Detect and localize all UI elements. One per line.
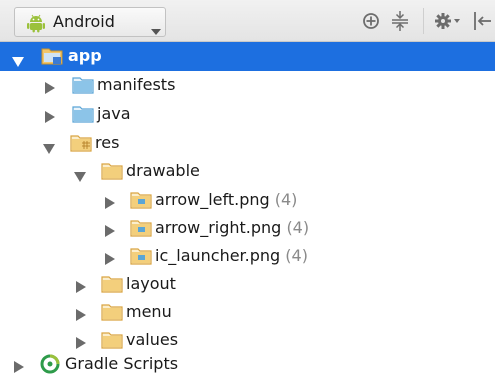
collapsed-arrow-icon[interactable] [105,250,115,269]
folder-icon [130,247,152,269]
collapsed-arrow-icon[interactable] [45,79,55,98]
tree-item-ic-launcher[interactable]: ic_launcher.png (4) [0,242,495,271]
tree-item-label: res [95,133,120,152]
tree-item-label: values [126,330,179,349]
collapsed-arrow-icon[interactable] [76,306,86,325]
folder-icon [72,76,94,98]
folder-icon [72,105,94,127]
tree-item-label: app [68,46,102,65]
tree-item-layout[interactable]: layout [0,270,495,299]
tree-item-label: drawable [126,161,200,180]
collapse-all-icon[interactable] [391,11,409,35]
gear-icon[interactable] [435,12,461,34]
tree-item-label: arrow_left.png (4) [155,190,297,210]
hide-icon[interactable] [473,11,491,35]
folder-icon [130,191,152,213]
tree-item-label: arrow_right.png (4) [155,218,309,238]
tree-item-label: layout [126,274,176,293]
view-mode-dropdown[interactable]: Android [14,7,166,37]
tree-item-res[interactable]: res [0,129,495,158]
module-folder-icon [41,47,63,69]
tree-item-manifests[interactable]: manifests [0,71,495,100]
file-name: arrow_right.png [155,218,282,237]
tree-item-drawable[interactable]: drawable [0,157,495,186]
tree-item-label: Gradle Scripts [65,354,179,373]
tree-item-label: manifests [97,75,176,94]
file-count: (4) [286,218,310,237]
file-count: (4) [285,246,308,265]
tree-item-java[interactable]: java [0,100,495,129]
toolbar-separator [423,8,424,34]
tree-item-label: ic_launcher.png (4) [155,246,308,266]
file-name: ic_launcher.png [155,246,281,265]
folder-icon [101,303,123,325]
collapsed-arrow-icon[interactable] [76,278,86,297]
folder-icon [130,219,152,241]
tree-item-app[interactable]: app [0,42,495,71]
expanded-arrow-icon[interactable] [12,52,24,71]
tree-item-label: menu [126,302,172,321]
file-name: arrow_left.png [155,190,270,209]
tree-item-arrow-left[interactable]: arrow_left.png (4) [0,186,495,215]
collapsed-arrow-icon[interactable] [105,222,115,241]
gradle-icon [40,354,60,378]
tree-item-menu[interactable]: menu [0,298,495,327]
android-icon [26,13,46,37]
target-icon[interactable] [362,12,380,34]
collapsed-arrow-icon[interactable] [45,108,55,127]
tree-item-arrow-right[interactable]: arrow_right.png (4) [0,214,495,243]
tree-item-gradle-scripts[interactable]: Gradle Scripts [0,350,495,379]
expanded-arrow-icon[interactable] [74,167,86,186]
folder-icon [101,275,123,297]
tree-item-label: java [97,104,131,123]
project-toolbar: Android [0,0,495,42]
file-count: (4) [274,190,298,209]
chevron-down-icon [151,20,161,39]
collapsed-arrow-icon[interactable] [105,194,115,213]
collapsed-arrow-icon[interactable] [14,358,24,377]
expanded-arrow-icon[interactable] [43,139,55,158]
folder-icon [101,162,123,184]
resources-folder-icon [70,134,92,156]
view-mode-label: Android [53,12,115,31]
